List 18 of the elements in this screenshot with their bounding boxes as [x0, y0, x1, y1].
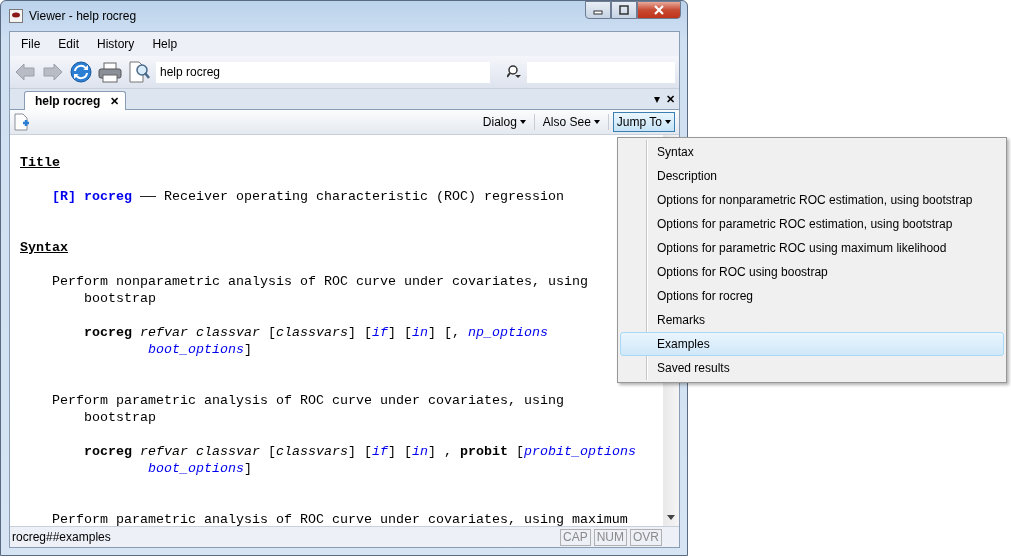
help-text: bootstrap — [84, 290, 156, 307]
status-text: rocreg##examples — [12, 530, 112, 544]
key-indicator: CAP — [559, 528, 591, 546]
help-text: boot_options] — [148, 341, 252, 358]
help-text: rocreg refvar classvar [classvars] [if] [in] , probit [probit_options — [84, 443, 636, 460]
help-text: Perform parametric analysis of ROC curve under covariates, using maximum — [52, 511, 628, 526]
window-title: Viewer - help rocreg — [29, 9, 138, 23]
section-heading: Syntax — [20, 239, 68, 256]
help-text: boot_options] — [148, 460, 252, 477]
key-indicator: NUM — [593, 528, 627, 546]
help-text: rocreg refvar classvar [classvars] [if] [in] [, np_options — [84, 324, 548, 341]
tab-label: help rocreg — [35, 94, 101, 108]
section-heading: Title — [20, 154, 60, 171]
key-indicator: OVR — [630, 528, 662, 546]
help-text: bootstrap — [84, 409, 156, 426]
help-text: [R] rocreg —— Receiver operating characteristic (ROC) regression — [52, 188, 564, 205]
help-text: Perform parametric analysis of ROC curve under covariates, using — [52, 392, 564, 409]
help-text: Perform nonparametric analysis of ROC curve under covariates, using — [52, 273, 588, 290]
